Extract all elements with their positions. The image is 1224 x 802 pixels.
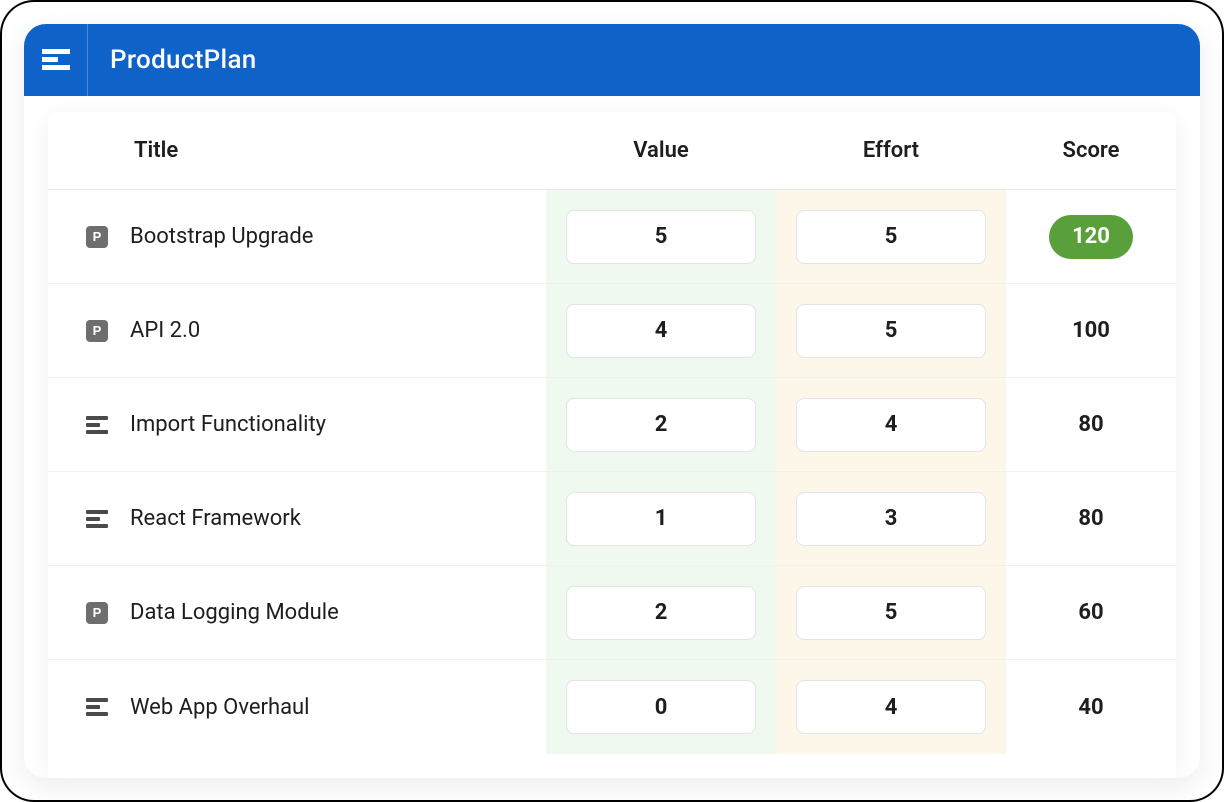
row-type-icon: [86, 508, 108, 530]
logo-icon: [42, 49, 70, 71]
row-title[interactable]: Bootstrap Upgrade: [130, 224, 313, 249]
row-title[interactable]: API 2.0: [130, 318, 200, 343]
value-input[interactable]: 1: [566, 492, 756, 546]
column-header-effort[interactable]: Effort: [863, 138, 919, 163]
effort-input[interactable]: 4: [796, 398, 986, 452]
row-title[interactable]: Import Functionality: [130, 412, 326, 437]
app-card: ProductPlan Title Value Effort Score P Bo…: [24, 24, 1200, 778]
score-value: 40: [1078, 695, 1103, 720]
row-type-icon: [86, 696, 108, 718]
app-header: ProductPlan: [24, 24, 1200, 96]
score-cell: 80: [1006, 506, 1176, 531]
row-type-icon: [86, 414, 108, 436]
row-title[interactable]: Data Logging Module: [130, 600, 339, 625]
score-cell: 60: [1006, 600, 1176, 625]
row-type-icon: P: [86, 320, 108, 342]
effort-input[interactable]: 5: [796, 210, 986, 264]
value-input[interactable]: 2: [566, 398, 756, 452]
table-row[interactable]: React Framework 13 80: [48, 472, 1176, 566]
score-value: 60: [1078, 600, 1103, 625]
score-cell: 40: [1006, 695, 1176, 720]
table-header-row: Title Value Effort Score: [48, 112, 1176, 190]
parking-lot-icon: P: [86, 320, 108, 342]
score-value: 80: [1078, 412, 1103, 437]
row-type-icon: P: [86, 602, 108, 624]
parking-lot-icon: P: [86, 602, 108, 624]
table-row[interactable]: Web App Overhaul 04 40: [48, 660, 1176, 754]
bars-icon: [86, 510, 108, 528]
score-cell: 120: [1006, 215, 1176, 259]
score-value: 100: [1072, 318, 1110, 343]
priority-table: Title Value Effort Score P Bootstrap Upgr…: [48, 112, 1176, 778]
value-input[interactable]: 4: [566, 304, 756, 358]
effort-input[interactable]: 5: [796, 586, 986, 640]
score-pill: 120: [1049, 215, 1133, 259]
effort-input[interactable]: 5: [796, 304, 986, 358]
bars-icon: [86, 416, 108, 434]
column-header-value[interactable]: Value: [633, 138, 688, 163]
score-value: 80: [1078, 506, 1103, 531]
table-row[interactable]: Import Functionality 24 80: [48, 378, 1176, 472]
brand-name: ProductPlan: [110, 45, 257, 75]
app-logo[interactable]: [24, 24, 88, 96]
parking-lot-icon: P: [86, 226, 108, 248]
effort-input[interactable]: 3: [796, 492, 986, 546]
score-cell: 80: [1006, 412, 1176, 437]
row-title[interactable]: React Framework: [130, 506, 301, 531]
table-row[interactable]: P Data Logging Module 25 60: [48, 566, 1176, 660]
value-input[interactable]: 5: [566, 210, 756, 264]
row-type-icon: P: [86, 226, 108, 248]
column-header-score[interactable]: Score: [1006, 138, 1176, 163]
score-cell: 100: [1006, 318, 1176, 343]
table-row[interactable]: P Bootstrap Upgrade 55 120: [48, 190, 1176, 284]
value-input[interactable]: 2: [566, 586, 756, 640]
value-input[interactable]: 0: [566, 680, 756, 734]
column-header-title[interactable]: Title: [48, 138, 546, 163]
effort-input[interactable]: 4: [796, 680, 986, 734]
bars-icon: [86, 698, 108, 716]
table-row[interactable]: P API 2.0 45 100: [48, 284, 1176, 378]
row-title[interactable]: Web App Overhaul: [130, 695, 310, 720]
